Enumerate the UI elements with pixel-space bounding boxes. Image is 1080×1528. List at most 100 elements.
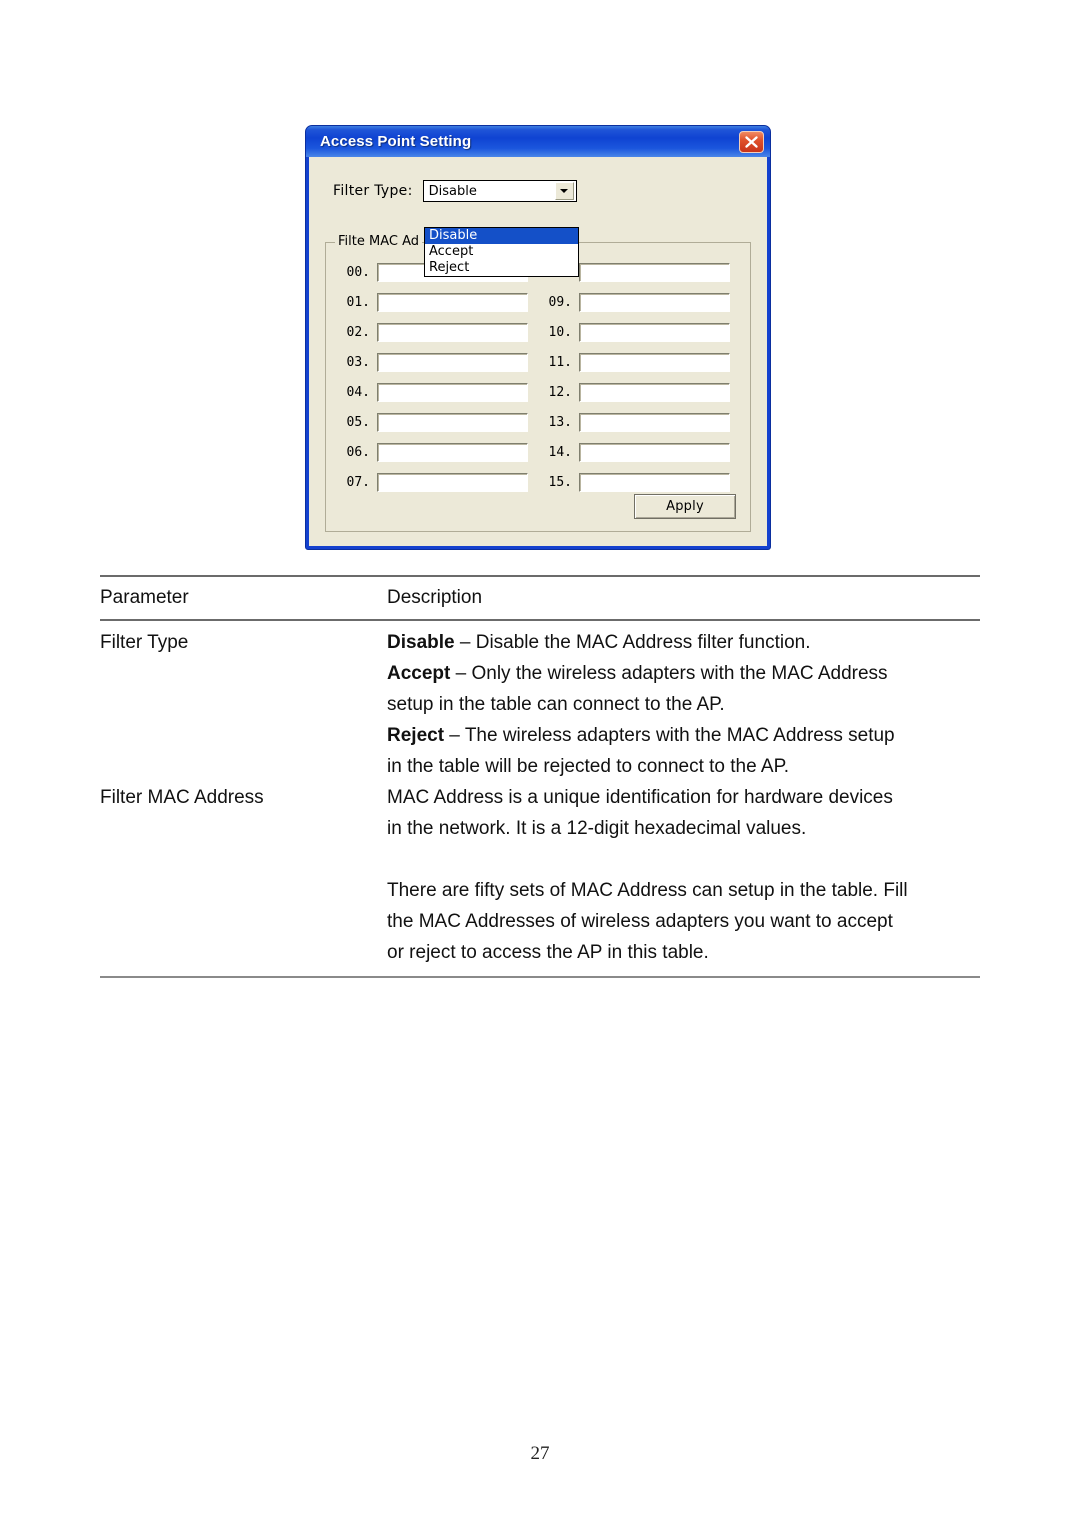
desc-line: setup in the table can connect to the AP… bbox=[387, 689, 980, 720]
header-description: Description bbox=[387, 587, 483, 608]
mac-index-label: 12. bbox=[548, 384, 572, 400]
mac-column-left: 00. 01. 02. 03. 04. 05. 06. 07. bbox=[336, 257, 538, 497]
mac-address-input[interactable] bbox=[579, 472, 730, 492]
mac-address-input[interactable] bbox=[579, 352, 730, 372]
desc-text: or reject to access the AP in this table… bbox=[387, 942, 709, 963]
mac-address-input[interactable] bbox=[579, 262, 730, 282]
mac-index-label: 05. bbox=[346, 414, 370, 430]
desc-keyword: Disable bbox=[387, 632, 455, 653]
desc-text: setup in the table can connect to the AP… bbox=[387, 694, 725, 715]
mac-address-input[interactable] bbox=[579, 322, 730, 342]
desc-line: Reject – The wireless adapters with the … bbox=[387, 720, 980, 751]
mac-address-grid: 00. 01. 02. 03. 04. 05. 06. 07. 09. 10. … bbox=[336, 257, 740, 497]
desc-line: There are fifty sets of MAC Address can … bbox=[387, 875, 980, 906]
desc-text: MAC Address is a unique identification f… bbox=[387, 787, 893, 808]
desc-line: Accept – Only the wireless adapters with… bbox=[387, 658, 980, 689]
mac-row: 02. bbox=[336, 317, 538, 347]
mac-index-label: 13. bbox=[548, 414, 572, 430]
mac-row: 09. bbox=[538, 287, 740, 317]
mac-row: 07. bbox=[336, 467, 538, 497]
mac-index-label: 11. bbox=[548, 354, 572, 370]
mac-column-right: 08. 09. 10. 11. bbox=[538, 257, 740, 497]
filter-mac-address-group: Filte MAC Ad 00. 01. 02. 03. 04. 05. 06.… bbox=[325, 234, 751, 532]
filter-type-dropdown-list[interactable]: Disable Accept Reject bbox=[424, 227, 579, 277]
mac-row: 13. bbox=[538, 407, 740, 437]
desc-keyword: Reject bbox=[387, 725, 445, 746]
desc-text: – The wireless adapters with the MAC Add… bbox=[444, 725, 895, 746]
table-header-row: Parameter Description bbox=[100, 577, 980, 619]
dropdown-option-accept[interactable]: Accept bbox=[425, 244, 578, 260]
mac-address-input[interactable] bbox=[579, 442, 730, 462]
page-number: 27 bbox=[530, 1443, 550, 1464]
mac-index-label: 09. bbox=[548, 294, 572, 310]
desc-line: Disable – Disable the MAC Address filter… bbox=[387, 627, 980, 658]
desc-text: in the network. It is a 12-digit hexadec… bbox=[387, 818, 807, 839]
chevron-down-icon[interactable] bbox=[554, 182, 574, 200]
mac-row: 11. bbox=[538, 347, 740, 377]
dialog-inner: Access Point Setting Filter Type: Disabl… bbox=[306, 126, 770, 546]
desc-line-blank bbox=[387, 844, 980, 875]
mac-address-input[interactable] bbox=[579, 382, 730, 402]
mac-address-input[interactable] bbox=[377, 412, 528, 432]
mac-index-label: 07. bbox=[346, 474, 370, 490]
mac-address-input[interactable] bbox=[377, 292, 528, 312]
parameter-description-table: Parameter Description Filter Type Disabl… bbox=[100, 575, 980, 978]
desc-line: the MAC Addresses of wireless adapters y… bbox=[387, 906, 980, 937]
row-parameter: Filter MAC Address bbox=[100, 787, 264, 808]
mac-index-label: 01. bbox=[346, 294, 370, 310]
desc-line: or reject to access the AP in this table… bbox=[387, 937, 980, 968]
mac-row: 12. bbox=[538, 377, 740, 407]
filter-type-row: Filter Type: Disable bbox=[333, 180, 577, 202]
mac-row: 03. bbox=[336, 347, 538, 377]
mac-address-input[interactable] bbox=[579, 412, 730, 432]
mac-address-input[interactable] bbox=[377, 442, 528, 462]
dialog-body: Filter Type: Disable Filte MAC Ad 00. 01… bbox=[309, 160, 767, 546]
header-parameter: Parameter bbox=[100, 587, 189, 608]
mac-row: 04. bbox=[336, 377, 538, 407]
row-parameter: Filter Type bbox=[100, 632, 189, 653]
mac-row: 06. bbox=[336, 437, 538, 467]
mac-index-label: 06. bbox=[346, 444, 370, 460]
mac-index-label: 04. bbox=[346, 384, 370, 400]
row-description: Disable – Disable the MAC Address filter… bbox=[387, 621, 980, 782]
close-icon[interactable] bbox=[739, 130, 764, 153]
desc-text: – Only the wireless adapters with the MA… bbox=[450, 663, 888, 684]
filter-type-combobox[interactable]: Disable bbox=[422, 180, 577, 202]
desc-line: MAC Address is a unique identification f… bbox=[387, 782, 980, 813]
mac-index-label: 02. bbox=[346, 324, 370, 340]
table-row: Filter Type Disable – Disable the MAC Ad… bbox=[100, 621, 980, 782]
desc-line: in the network. It is a 12-digit hexadec… bbox=[387, 813, 980, 844]
mac-row: 14. bbox=[538, 437, 740, 467]
mac-address-input[interactable] bbox=[579, 292, 730, 312]
mac-index-label: 00. bbox=[346, 264, 370, 280]
dropdown-option-disable[interactable]: Disable bbox=[425, 228, 578, 244]
desc-text: in the table will be rejected to connect… bbox=[387, 756, 790, 777]
access-point-setting-dialog: Access Point Setting Filter Type: Disabl… bbox=[305, 125, 771, 550]
mac-index-label: 03. bbox=[346, 354, 370, 370]
apply-button[interactable]: Apply bbox=[634, 494, 736, 519]
mac-row: 01. bbox=[336, 287, 538, 317]
mac-address-input[interactable] bbox=[377, 382, 528, 402]
dialog-title: Access Point Setting bbox=[320, 133, 472, 150]
dialog-titlebar: Access Point Setting bbox=[306, 126, 770, 157]
mac-index-label: 14. bbox=[548, 444, 572, 460]
mac-index-label: 15. bbox=[548, 474, 572, 490]
table-row: Filter MAC Address MAC Address is a uniq… bbox=[100, 782, 980, 976]
desc-line: in the table will be rejected to connect… bbox=[387, 751, 980, 782]
group-legend: Filte MAC Ad bbox=[335, 234, 422, 249]
mac-index-label: 10. bbox=[548, 324, 572, 340]
mac-address-input[interactable] bbox=[377, 472, 528, 492]
filter-type-label: Filter Type: bbox=[333, 183, 413, 199]
mac-row: 15. bbox=[538, 467, 740, 497]
mac-address-input[interactable] bbox=[377, 322, 528, 342]
desc-text: – Disable the MAC Address filter functio… bbox=[454, 632, 811, 653]
dropdown-option-reject[interactable]: Reject bbox=[425, 260, 578, 276]
mac-row: 10. bbox=[538, 317, 740, 347]
filter-type-value: Disable bbox=[428, 183, 477, 199]
desc-text: the MAC Addresses of wireless adapters y… bbox=[387, 911, 893, 932]
mac-address-input[interactable] bbox=[377, 352, 528, 372]
mac-row: 05. bbox=[336, 407, 538, 437]
desc-text: There are fifty sets of MAC Address can … bbox=[387, 880, 908, 901]
apply-button-wrap: Apply bbox=[634, 494, 736, 519]
row-description: MAC Address is a unique identification f… bbox=[387, 782, 980, 976]
